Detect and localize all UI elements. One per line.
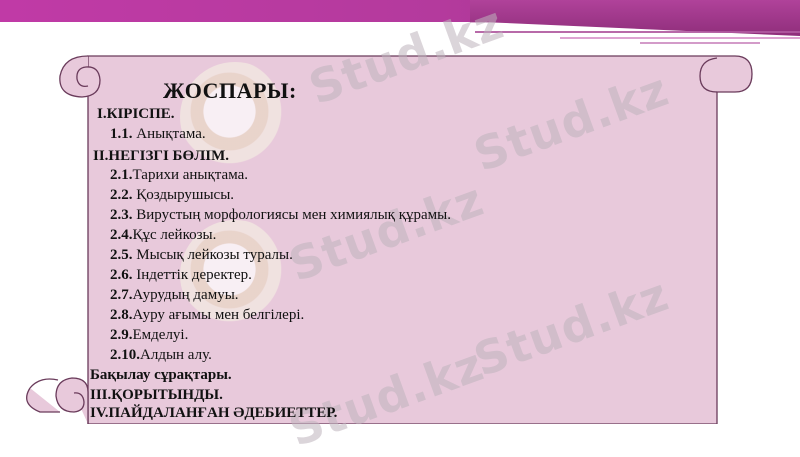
page-title: ЖОСПАРЫ: [163,78,297,103]
toc-item-text: Емделуі. [132,327,189,343]
toc-item-text: Құс лейкозы. [132,227,217,243]
toc-item: III.ҚОРЫТЫНДЫ. [90,387,223,404]
toc-item-text: IV.ПАЙДАЛАНҒАН ӘДЕБИЕТТЕР. [90,405,338,421]
toc-item-number: 2.8. [110,307,133,323]
toc-item-number: 2.3. [110,207,133,223]
toc-item: I.КІРІСПЕ. [97,106,175,123]
toc-item-text: Алдын алу. [140,347,212,363]
toc-item: 2.2. Қоздырушысы. [110,187,234,204]
toc-item: IV.ПАЙДАЛАНҒАН ӘДЕБИЕТТЕР. [90,405,337,422]
toc-item-number: 2.2. [110,187,133,203]
toc-item-text: Бақылау сұрақтары. [90,367,232,383]
toc-item: 2.9.Емделуі. [110,327,188,344]
toc-item-number: 2.7. [110,287,133,303]
toc-item: 2.5. Мысық лейкозы туралы. [110,247,293,264]
toc-item-text: Тарихи анықтама. [132,167,249,183]
toc-item-number: 1.1. [110,126,133,142]
toc-item-text: Індеттік деректер. [132,267,252,283]
toc-item: 1.1. Анықтама. [110,126,206,143]
toc-item-text: II.НЕГІЗГІ БӨЛІМ. [93,148,230,164]
toc-item-text: I.КІРІСПЕ. [97,106,175,122]
toc-item-text: Аурудың дамуы. [132,287,239,303]
toc-item: II.НЕГІЗГІ БӨЛІМ. [93,148,229,165]
toc-item-text: Қоздырушысы. [132,187,235,203]
toc-item-number: 2.6. [110,267,133,283]
toc-item-number: 2.5. [110,247,133,263]
toc-item: 2.1.Тарихи анықтама. [110,167,248,184]
toc-item: 2.8.Ауру ағымы мен белгілері. [110,307,304,324]
toc-item-number: 2.1. [110,167,133,183]
toc-item: 2.4.Құс лейкозы. [110,227,216,244]
toc-item-number: 2.9. [110,327,133,343]
toc-item: Бақылау сұрақтары. [90,367,232,384]
toc-item-text: Анықтама. [132,126,206,142]
toc-item-number: 2.4. [110,227,133,243]
toc-item-text: Мысық лейкозы туралы. [132,247,293,263]
toc-item: 2.6. Індеттік деректер. [110,267,252,284]
toc-item-text: Вирустың морфологиясы мен химиялық құрам… [132,207,451,223]
toc-item-text: III.ҚОРЫТЫНДЫ. [90,387,223,403]
toc-item: 2.3. Вирустың морфологиясы мен химиялық … [110,207,451,224]
toc-item: 2.10.Алдын алу. [110,347,212,364]
toc-item-number: 2.10. [110,347,140,363]
toc-item-text: Ауру ағымы мен белгілері. [132,307,305,323]
toc-item: 2.7.Аурудың дамуы. [110,287,239,304]
